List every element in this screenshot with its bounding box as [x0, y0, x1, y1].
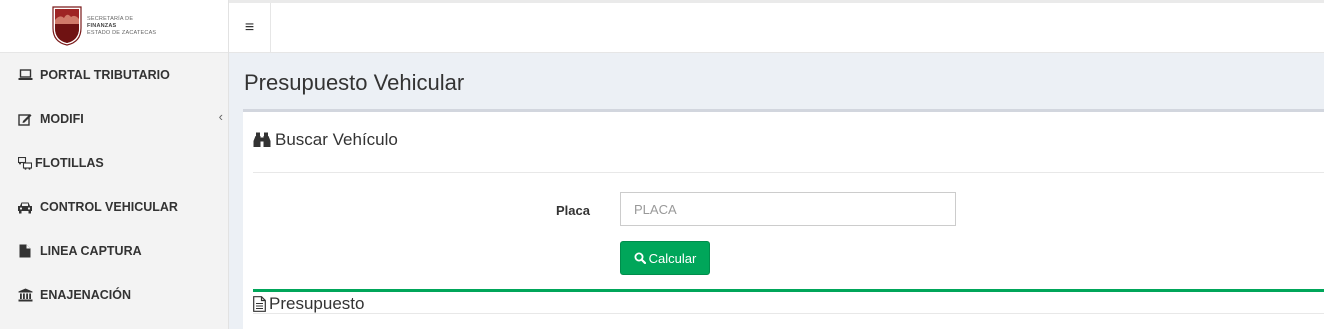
chevron-left-icon[interactable]: ‹ [219, 109, 223, 124]
sidebar-item-linea-captura[interactable]: LINEA CAPTURA [0, 229, 228, 273]
budget-box: Presupuesto [253, 289, 1324, 329]
logo-line-1: SECRETARÍA DE [87, 15, 134, 22]
document-icon [253, 296, 266, 312]
bank-icon [17, 288, 33, 302]
sidebar-item-enajenacion[interactable]: ENAJENACIÓN [0, 273, 228, 317]
page-title: Presupuesto Vehicular [244, 70, 465, 95]
budget-box-title: Presupuesto [269, 294, 365, 313]
fleet-icon [17, 156, 33, 170]
sidebar-item-portal-tributario[interactable]: PORTAL TRIBUTARIO [0, 53, 228, 97]
binoculars-icon [253, 132, 271, 148]
budget-box-header: Presupuesto [253, 294, 364, 314]
logo-line-2: FINANZAS [87, 22, 117, 29]
sidebar-item-control-vehicular[interactable]: CONTROL VEHICULAR [0, 185, 228, 229]
calcular-button[interactable]: Calcular [620, 241, 710, 275]
sidebar-item-label: CONTROL VEHICULAR [40, 200, 178, 214]
search-box-title: Buscar Vehículo [275, 130, 398, 149]
hamburger-menu-icon[interactable]: ≡ [229, 3, 271, 53]
divider [253, 313, 1324, 314]
logo-text: SECRETARÍA DE FINANZAS ESTADO DE ZACATEC… [87, 16, 156, 37]
search-icon [634, 252, 646, 264]
placa-input[interactable] [620, 192, 956, 226]
file-icon [17, 244, 33, 258]
search-box-header: Buscar Vehículo [253, 130, 398, 150]
sidebar: SECRETARÍA DE FINANZAS ESTADO DE ZACATEC… [0, 0, 229, 329]
shield-logo-icon [52, 6, 82, 46]
laptop-icon [17, 68, 33, 82]
logo-line-3: ESTADO DE ZACATECAS [87, 29, 157, 36]
car-icon [17, 200, 33, 214]
top-navbar: ≡ [229, 0, 1324, 53]
sidebar-item-flotillas[interactable]: FLOTILLAS [0, 141, 228, 185]
edit-icon [17, 112, 33, 126]
sidebar-item-label: PORTAL TRIBUTARIO [40, 68, 170, 82]
placa-label: Placa [556, 203, 590, 218]
calcular-button-label: Calcular [648, 250, 697, 266]
sidebar-item-label: LINEA CAPTURA [40, 244, 142, 258]
sidebar-item-label: ENAJENACIÓN [40, 288, 131, 302]
sidebar-item-label: FLOTILLAS [35, 156, 104, 170]
search-vehicle-box: Buscar Vehículo Placa Calcular Presupues… [243, 109, 1324, 329]
divider [253, 172, 1324, 173]
sidebar-item-label: MODIFI [40, 112, 84, 126]
content-wrapper: Presupuesto Vehicular Buscar Vehículo Pl… [229, 53, 1324, 329]
logo[interactable]: SECRETARÍA DE FINANZAS ESTADO DE ZACATEC… [0, 0, 228, 53]
sidebar-item-modifi[interactable]: MODIFI ‹ [0, 97, 228, 141]
